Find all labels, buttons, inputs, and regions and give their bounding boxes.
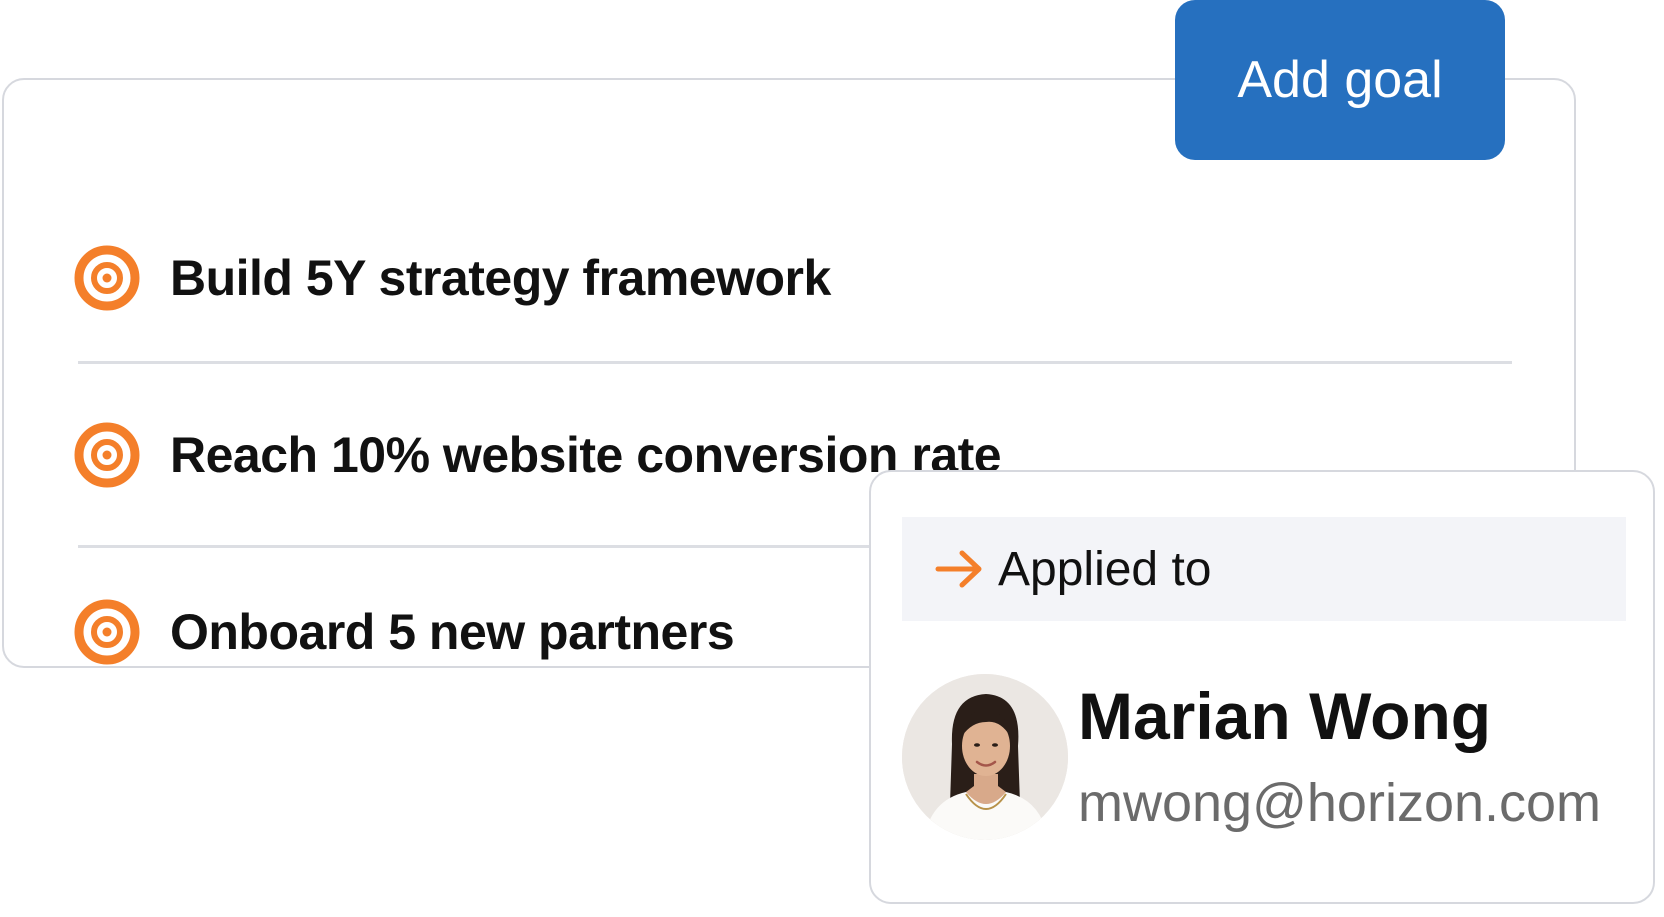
- arrow-right-icon: [935, 550, 982, 588]
- avatar[interactable]: [902, 674, 1068, 840]
- goal-item[interactable]: Reach 10% website conversion rate: [74, 415, 1002, 495]
- goal-item[interactable]: Onboard 5 new partners: [74, 592, 735, 672]
- divider: [78, 361, 1512, 364]
- goal-item[interactable]: Build 5Y strategy framework: [74, 238, 831, 318]
- avatar-photo: [902, 674, 1068, 840]
- goal-label: Onboard 5 new partners: [170, 604, 735, 660]
- add-goal-button[interactable]: Add goal: [1175, 0, 1505, 160]
- applied-to-label: Applied to: [998, 542, 1212, 596]
- user-email: mwong@horizon.com: [1078, 773, 1602, 833]
- user-name: Marian Wong: [1078, 679, 1492, 753]
- applied-to-card: Applied to Marian Wong mwong@horizon.com: [869, 470, 1655, 904]
- goal-label: Build 5Y strategy framework: [170, 250, 831, 306]
- target-icon: [74, 599, 140, 665]
- target-icon: [74, 422, 140, 488]
- applied-to-header: Applied to: [902, 517, 1626, 621]
- target-icon: [74, 245, 140, 311]
